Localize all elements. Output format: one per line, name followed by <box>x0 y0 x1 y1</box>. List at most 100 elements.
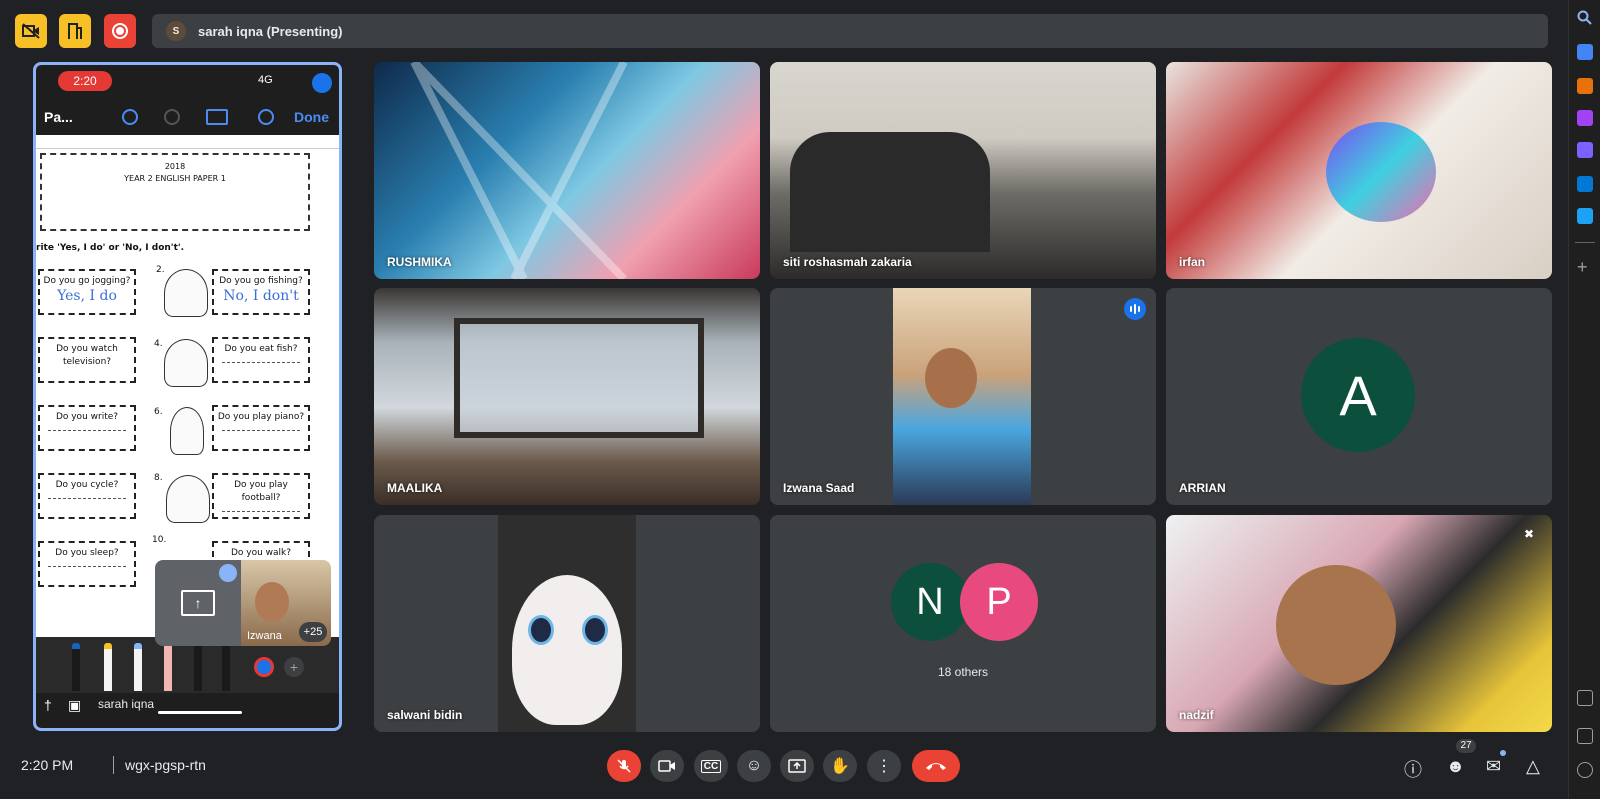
participant-tile[interactable]: MAALIKA <box>374 288 760 505</box>
speaking-icon <box>312 73 332 93</box>
page-edge <box>36 135 339 149</box>
handwritten-answer: Yes, I do <box>57 288 117 304</box>
participant-tile[interactable]: ✖ nadzif <box>1166 515 1552 732</box>
question-box: Do you sleep? <box>38 541 136 587</box>
present-now-button[interactable] <box>780 750 814 782</box>
participant-name: ARRIAN <box>1179 481 1226 495</box>
illustration <box>164 269 208 317</box>
camera-button[interactable] <box>650 750 684 782</box>
copilot-icon[interactable] <box>1577 142 1593 158</box>
question-number: 4. <box>154 339 163 349</box>
highlighter-icon[interactable] <box>104 643 112 691</box>
info-icon[interactable]: ⓘ <box>1404 756 1422 782</box>
question-box: Do you go fishing? No, I don't <box>212 269 310 315</box>
speaking-icon <box>219 564 237 582</box>
sidebar-icon[interactable] <box>1577 728 1593 744</box>
participant-tile[interactable]: salwani bidin <box>374 515 760 732</box>
meeting-time: 2:20 PM <box>21 757 74 773</box>
outlook-icon[interactable] <box>1577 176 1593 192</box>
emoji-button[interactable]: ☺ <box>737 750 771 782</box>
participant-name: MAALIKA <box>387 481 443 495</box>
participant-tile[interactable]: RUSHMIKA <box>374 62 760 279</box>
ruler-icon[interactable] <box>222 643 230 691</box>
participant-video[interactable]: Izwana +25 <box>241 560 331 646</box>
activities-icon[interactable]: △ <box>1526 756 1540 777</box>
add-tool-icon[interactable]: + <box>284 657 304 677</box>
camera-icon <box>658 760 675 772</box>
window-scene <box>454 318 704 438</box>
mic-off-button[interactable] <box>607 750 641 782</box>
pip-name: Izwana <box>247 630 282 642</box>
tag-icon[interactable] <box>1577 44 1593 60</box>
divider <box>1575 242 1595 243</box>
raise-hand-button[interactable]: ✋ <box>823 750 857 782</box>
record-icon[interactable] <box>104 14 136 48</box>
illustration <box>170 407 204 455</box>
redo-icon[interactable] <box>164 109 180 125</box>
avatar-cap <box>1326 122 1436 222</box>
briefcase-icon[interactable] <box>1577 78 1593 94</box>
participant-tile[interactable]: A ARRIAN <box>1166 288 1552 505</box>
illustration <box>164 339 208 387</box>
divider <box>113 756 114 774</box>
settings-icon[interactable] <box>1577 762 1593 778</box>
camera-off-icon[interactable] <box>15 14 47 48</box>
marker-icon[interactable] <box>134 643 142 691</box>
bunny-eye <box>528 615 554 645</box>
undo-icon[interactable] <box>122 109 138 125</box>
mic-off-icon <box>617 759 631 773</box>
participant-tile[interactable]: siti roshasmah zakaria <box>770 62 1156 279</box>
participant-name: Izwana Saad <box>783 481 855 495</box>
participant-video <box>498 515 636 732</box>
participant-name: RUSHMIKA <box>387 255 452 269</box>
question-box: Do you cycle? <box>38 473 136 519</box>
unread-dot <box>1500 750 1506 756</box>
send-icon[interactable] <box>1577 208 1593 224</box>
building-icon[interactable] <box>59 14 91 48</box>
search-icon[interactable] <box>1577 10 1593 26</box>
chat-icon[interactable]: ✉ <box>1486 756 1501 777</box>
self-view-pip[interactable]: ↑ Izwana +25 <box>155 560 331 646</box>
captions-button[interactable]: CC <box>694 750 728 782</box>
more-vert-icon: ⋮ <box>876 758 892 775</box>
participant-name: irfan <box>1179 255 1206 269</box>
people-icon[interactable]: ☻ <box>1446 756 1465 777</box>
doc-title[interactable]: Pa... <box>44 109 73 125</box>
screenshot-icon[interactable] <box>1577 690 1593 706</box>
question-number: 10. <box>152 535 167 545</box>
participant-face <box>1276 565 1396 685</box>
person-icon[interactable] <box>1577 110 1593 126</box>
present-icon[interactable]: ▣ <box>68 697 81 714</box>
question-box: Do you play piano? <box>212 405 310 451</box>
add-icon[interactable]: + <box>1577 258 1593 276</box>
done-button[interactable]: Done <box>294 109 329 125</box>
window-frame-graphic <box>410 62 628 279</box>
network-label: 4G <box>258 74 273 86</box>
pin-icon[interactable]: † <box>44 697 52 713</box>
more-participants-badge[interactable]: +25 <box>299 622 327 642</box>
question-box: Do you eat fish? <box>212 337 310 383</box>
others-tile[interactable]: N P 18 others <box>770 515 1156 732</box>
participant-video <box>893 288 1031 505</box>
participant-tile[interactable]: irfan <box>1166 62 1552 279</box>
question-number: 2. <box>156 265 165 275</box>
participant-name: salwani bidin <box>387 708 463 722</box>
question-box: Do you write? <box>38 405 136 451</box>
pen-icon[interactable] <box>72 643 80 691</box>
others-count: 18 others <box>937 665 989 679</box>
color-picker-icon[interactable] <box>254 657 274 677</box>
leave-call-button[interactable] <box>912 750 960 782</box>
more-options-button[interactable]: ⋮ <box>867 750 901 782</box>
meeting-code: wgx-pgsp-rtn <box>125 757 206 773</box>
markup-icon[interactable] <box>206 109 228 125</box>
worksheet-year: 2018 <box>164 162 186 171</box>
bunny-avatar <box>512 575 622 725</box>
pen-tool-icon[interactable] <box>258 109 274 125</box>
chair-shape <box>790 132 990 252</box>
participant-tile[interactable]: Izwana Saad <box>770 288 1156 505</box>
worksheet-heading: YEAR 2 ENGLISH PAPER 1 <box>124 174 226 183</box>
hand-icon: ✋ <box>830 758 850 775</box>
eraser-icon[interactable] <box>164 643 172 691</box>
lasso-icon[interactable] <box>194 643 202 691</box>
participant-name: siti roshasmah zakaria <box>783 255 912 269</box>
